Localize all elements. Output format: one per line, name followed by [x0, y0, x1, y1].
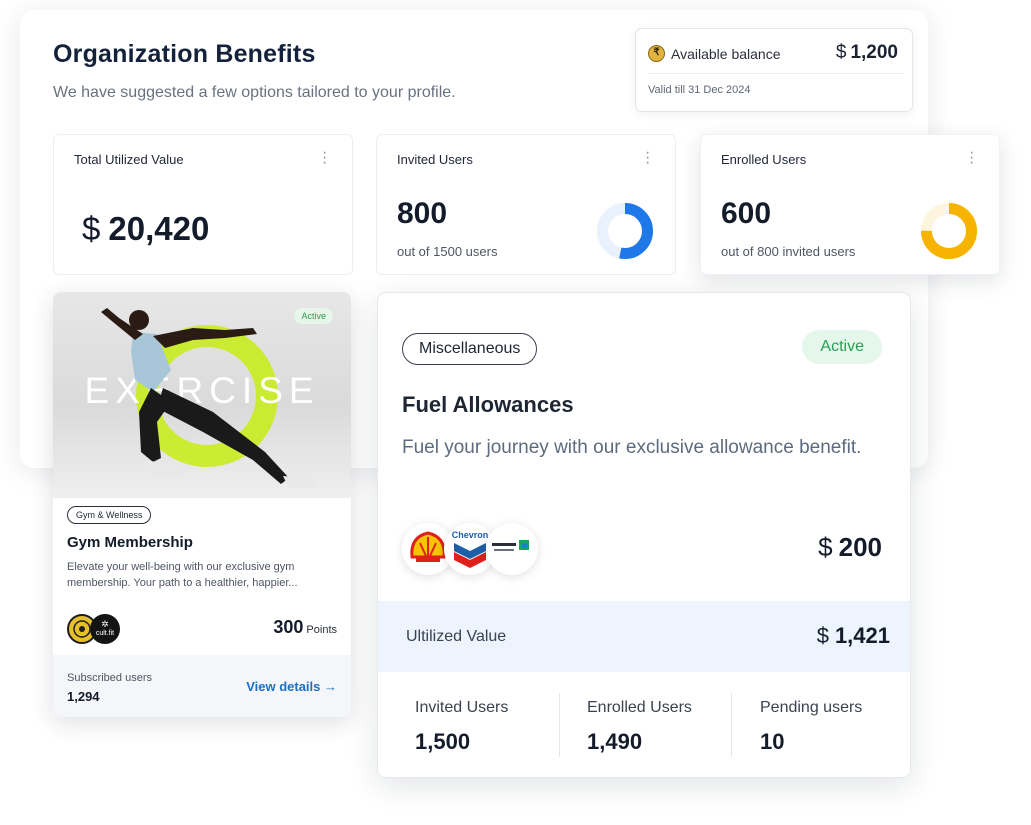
divider — [648, 73, 904, 74]
more-options-icon[interactable]: · · · — [969, 145, 974, 171]
category-tag: Miscellaneous — [402, 333, 538, 365]
utilized-currency: $ — [816, 623, 829, 648]
gym-points-unit: Points — [306, 624, 337, 636]
fuel-allowance-card[interactable]: Miscellaneous Active Fuel Allowances Fue… — [377, 292, 911, 778]
enrolled-users-value: 600 — [721, 197, 772, 230]
balance-currency: $ — [835, 42, 847, 63]
page-title: Organization Benefits — [53, 40, 316, 68]
gym-points: 300 Points — [273, 617, 337, 638]
more-options-icon[interactable]: · · · — [322, 145, 327, 171]
total-amount: 20,420 — [108, 210, 210, 247]
total-utilized-card: Total Utilized Value · · · $20,420 — [53, 134, 353, 275]
balance-amount: $1,200 — [836, 42, 898, 64]
invited-users-stat: Invited Users 1,500 — [415, 693, 587, 757]
gym-footer: Subscribed users 1,294 View details → — [53, 655, 351, 717]
invited-users-value: 800 — [397, 197, 448, 230]
cultfit-logo: ✲ cult.fit — [90, 614, 120, 644]
fuel-user-stats: Invited Users 1,500 Enrolled Users 1,490… — [378, 693, 910, 757]
invited-users-label: Invited Users — [397, 152, 473, 167]
invited-users-label: Invited Users — [415, 699, 509, 716]
utilized-value-row: Ultilized Value $1,421 — [378, 601, 910, 672]
enrolled-users-label: Enrolled Users — [587, 699, 692, 716]
total-utilized-label: Total Utilized Value — [74, 152, 184, 167]
pending-users-stat: Pending users 10 — [760, 693, 910, 757]
divider — [559, 693, 560, 757]
subscribed-users-label: Subscribed users — [67, 672, 152, 684]
cultfit-star-icon: ✲ — [101, 619, 109, 629]
fuel-currency: $ — [818, 532, 833, 562]
view-details-link[interactable]: View details → — [246, 679, 337, 694]
invited-users-card: Invited Users · · · 800 out of 1500 users — [376, 134, 676, 275]
fuel-amount: $200 — [818, 532, 882, 563]
balance-label: Available balance — [671, 46, 781, 62]
exercise-image-text: EXERCISE — [84, 370, 319, 411]
status-badge: Active — [294, 308, 333, 324]
page-subtitle: We have suggested a few options tailored… — [53, 84, 456, 101]
enrolled-donut-chart — [921, 203, 977, 259]
cultfit-logo-text: cult.fit — [95, 630, 115, 637]
enrolled-users-value: 1,490 — [587, 729, 643, 754]
enrolled-users-label: Enrolled Users — [721, 152, 807, 167]
pending-users-value: 10 — [760, 729, 785, 754]
invited-users-sub: out of 1500 users — [397, 244, 498, 259]
invited-donut-chart — [597, 203, 653, 259]
utilized-value: $1,421 — [817, 623, 890, 649]
aramco-icon — [492, 540, 529, 551]
enrolled-users-sub: out of 800 invited users — [721, 244, 856, 259]
utilized-amount: 1,421 — [834, 623, 890, 648]
subscribed-users-value: 1,294 — [67, 689, 100, 704]
gym-points-value: 300 — [273, 617, 304, 637]
balance-value: 1,200 — [850, 42, 898, 63]
fuel-title: Fuel Allowances — [402, 392, 574, 417]
invited-users-value: 1,500 — [415, 729, 471, 754]
category-tag: Gym & Wellness — [67, 506, 152, 524]
pending-users-label: Pending users — [760, 699, 863, 716]
gym-description: Elevate your well-being with our exclusi… — [67, 561, 298, 589]
total-utilized-value: $20,420 — [82, 210, 209, 248]
gym-title: Gym Membership — [67, 534, 193, 551]
balance-validity: Valid till 31 Dec 2024 — [648, 84, 751, 96]
divider — [731, 693, 732, 757]
more-options-icon[interactable]: · · · — [645, 145, 650, 171]
utilized-label: Ultilized Value — [406, 628, 507, 645]
fuel-description: Fuel your journey with our exclusive all… — [402, 437, 862, 458]
balance-card: ₹ Available balance $1,200 Valid till 31… — [635, 28, 913, 112]
gym-membership-card[interactable]: EXERCISE Active Gym & Wellness Gym Membe… — [53, 292, 351, 717]
fuel-amount-value: 200 — [838, 532, 882, 562]
enrolled-users-card: Enrolled Users · · · 600 out of 800 invite… — [700, 134, 1000, 275]
status-badge: Active — [802, 330, 882, 364]
enrolled-users-stat: Enrolled Users 1,490 — [587, 693, 759, 757]
aramco-logo — [486, 523, 538, 575]
rupee-coin-icon: ₹ — [648, 45, 665, 62]
total-currency: $ — [82, 210, 101, 247]
